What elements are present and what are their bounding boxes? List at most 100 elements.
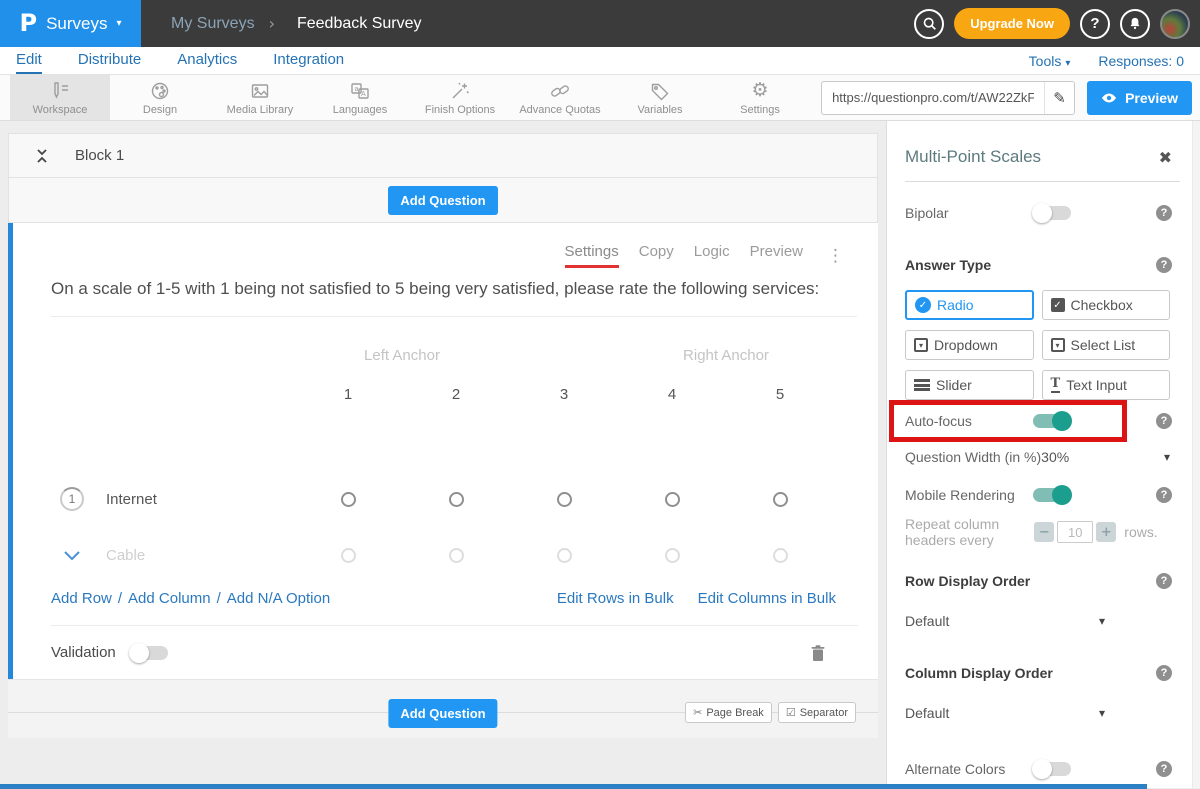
toolbar-item-media-library[interactable]: Media Library <box>210 75 310 120</box>
add-column-link[interactable]: Add Column <box>128 590 211 607</box>
validation-toggle[interactable] <box>130 646 168 660</box>
responses-count[interactable]: Responses: 0 <box>1098 53 1184 69</box>
question-tab-copy[interactable]: Copy <box>639 243 674 268</box>
user-avatar[interactable] <box>1160 9 1190 39</box>
answer-type-text-input[interactable]: T Text Input <box>1042 370 1171 400</box>
answer-type-dropdown[interactable]: ▾ Dropdown <box>905 330 1034 360</box>
row-label[interactable]: Cable <box>106 547 145 564</box>
radio-option[interactable] <box>449 548 464 563</box>
radio-option[interactable] <box>341 548 356 563</box>
trash-icon <box>810 644 826 662</box>
block-title[interactable]: Block 1 <box>75 147 124 164</box>
row-chevron-icon[interactable] <box>60 550 84 562</box>
nav-tab-edit[interactable]: Edit <box>16 51 42 74</box>
question-tab-settings[interactable]: Settings <box>565 243 619 268</box>
edit-columns-in-bulk-link[interactable]: Edit Columns in Bulk <box>698 590 836 607</box>
question-width-value[interactable]: 30% <box>1041 449 1069 465</box>
column-header[interactable]: 2 <box>402 386 510 403</box>
block-container: Block 1 Add Question <box>8 133 878 223</box>
tools-menu[interactable]: Tools▾ <box>1029 53 1071 69</box>
repeat-headers-input[interactable] <box>1057 521 1093 543</box>
left-anchor-input[interactable] <box>294 347 510 364</box>
radio-option[interactable] <box>341 492 356 507</box>
radio-option[interactable] <box>773 492 788 507</box>
preview-button[interactable]: Preview <box>1087 81 1192 115</box>
bipolar-toggle[interactable] <box>1033 206 1071 220</box>
chevron-down-icon[interactable]: ▾ <box>1164 450 1170 464</box>
answer-type-slider[interactable]: Slider <box>905 370 1034 400</box>
toolbar-item-languages[interactable]: aA Languages <box>310 75 410 120</box>
help-icon[interactable]: ? <box>1156 257 1172 273</box>
more-options-icon[interactable]: ⋮ <box>827 246 844 266</box>
column-header[interactable]: 4 <box>618 386 726 403</box>
page-break-button[interactable]: ✂ Page Break <box>685 702 772 723</box>
help-icon[interactable]: ? <box>1156 487 1172 503</box>
toolbar-item-workspace[interactable]: Workspace <box>10 75 110 120</box>
collapse-block-icon[interactable] <box>35 148 49 164</box>
help-icon[interactable]: ? <box>1156 413 1172 429</box>
row-number-badge: 1 <box>60 487 84 511</box>
decrement-button[interactable]: − <box>1034 522 1054 542</box>
delete-question-button[interactable] <box>810 644 826 662</box>
mobile-rendering-row: Mobile Rendering ? <box>905 484 1180 506</box>
answer-type-checkbox[interactable]: ✓ Checkbox <box>1042 290 1171 320</box>
breadcrumb-current-survey: Feedback Survey <box>297 15 422 33</box>
column-header[interactable]: 3 <box>510 386 618 403</box>
row-label[interactable]: Internet <box>106 491 157 508</box>
breadcrumb-my-surveys[interactable]: My Surveys <box>171 15 255 33</box>
nav-tab-distribute[interactable]: Distribute <box>78 51 141 74</box>
edit-rows-in-bulk-link[interactable]: Edit Rows in Bulk <box>557 590 674 607</box>
search-button[interactable] <box>914 9 944 39</box>
product-switcher[interactable]: P Surveys ▾ <box>0 0 141 47</box>
add-question-button-bottom[interactable]: Add Question <box>388 699 497 728</box>
sidebar-scrollbar[interactable] <box>1192 121 1200 788</box>
column-header[interactable]: 1 <box>294 386 402 403</box>
help-icon[interactable]: ? <box>1156 665 1172 681</box>
question-tab-preview[interactable]: Preview <box>750 243 803 268</box>
help-icon[interactable]: ? <box>1156 205 1172 221</box>
radio-option[interactable] <box>557 548 572 563</box>
right-anchor-input[interactable] <box>618 347 834 364</box>
help-icon[interactable]: ? <box>1156 573 1172 589</box>
mobile-rendering-toggle[interactable] <box>1033 488 1071 502</box>
edit-url-button[interactable]: ✎ <box>1044 81 1074 115</box>
answer-type-select-list[interactable]: ▾ Select List <box>1042 330 1171 360</box>
upgrade-now-button[interactable]: Upgrade Now <box>954 8 1070 39</box>
column-header[interactable]: 5 <box>726 386 834 403</box>
block-header: Block 1 <box>9 134 877 178</box>
question-tab-logic[interactable]: Logic <box>694 243 730 268</box>
eye-icon <box>1101 92 1117 104</box>
separator-button[interactable]: ☑ Separator <box>778 702 856 723</box>
column-display-order-select[interactable]: Default ▾ <box>905 705 1105 721</box>
answer-type-radio[interactable]: ✓ Radio <box>905 290 1034 320</box>
radio-option[interactable] <box>773 548 788 563</box>
toolbar-item-design[interactable]: Design <box>110 75 210 120</box>
auto-focus-toggle[interactable] <box>1033 414 1071 428</box>
toolbar-item-advance-quotas[interactable]: Advance Quotas <box>510 75 610 120</box>
question-settings-panel: Multi-Point Scales ✖ Bipolar ? Answer Ty… <box>886 121 1200 788</box>
add-na-option-link[interactable]: Add N/A Option <box>227 590 330 607</box>
nav-tab-integration[interactable]: Integration <box>273 51 344 74</box>
help-icon[interactable]: ? <box>1156 761 1172 777</box>
question-text[interactable]: On a scale of 1-5 with 1 being not satis… <box>51 276 857 317</box>
radio-option[interactable] <box>665 548 680 563</box>
survey-url-input[interactable] <box>822 90 1044 105</box>
row-display-order-select[interactable]: Default ▾ <box>905 613 1105 629</box>
close-icon[interactable]: ✖ <box>1159 148 1172 167</box>
radio-option[interactable] <box>449 492 464 507</box>
add-question-button[interactable]: Add Question <box>388 186 497 215</box>
radio-option[interactable] <box>557 492 572 507</box>
help-button[interactable]: ? <box>1080 9 1110 39</box>
add-row-link[interactable]: Add Row <box>51 590 112 607</box>
nav-tab-analytics[interactable]: Analytics <box>177 51 237 74</box>
survey-url-box: ✎ <box>821 81 1075 115</box>
toolbar-item-variables[interactable]: Variables <box>610 75 710 120</box>
alternate-colors-toggle[interactable] <box>1033 762 1071 776</box>
questionpro-logo-icon: P <box>19 9 37 37</box>
notifications-button[interactable] <box>1120 9 1150 39</box>
increment-button[interactable]: + <box>1096 522 1116 542</box>
radio-option[interactable] <box>665 492 680 507</box>
alternate-colors-row: Alternate Colors ? <box>905 758 1180 780</box>
toolbar-item-finish-options[interactable]: Finish Options <box>410 75 510 120</box>
toolbar-item-settings[interactable]: ⚙ Settings <box>710 75 810 120</box>
